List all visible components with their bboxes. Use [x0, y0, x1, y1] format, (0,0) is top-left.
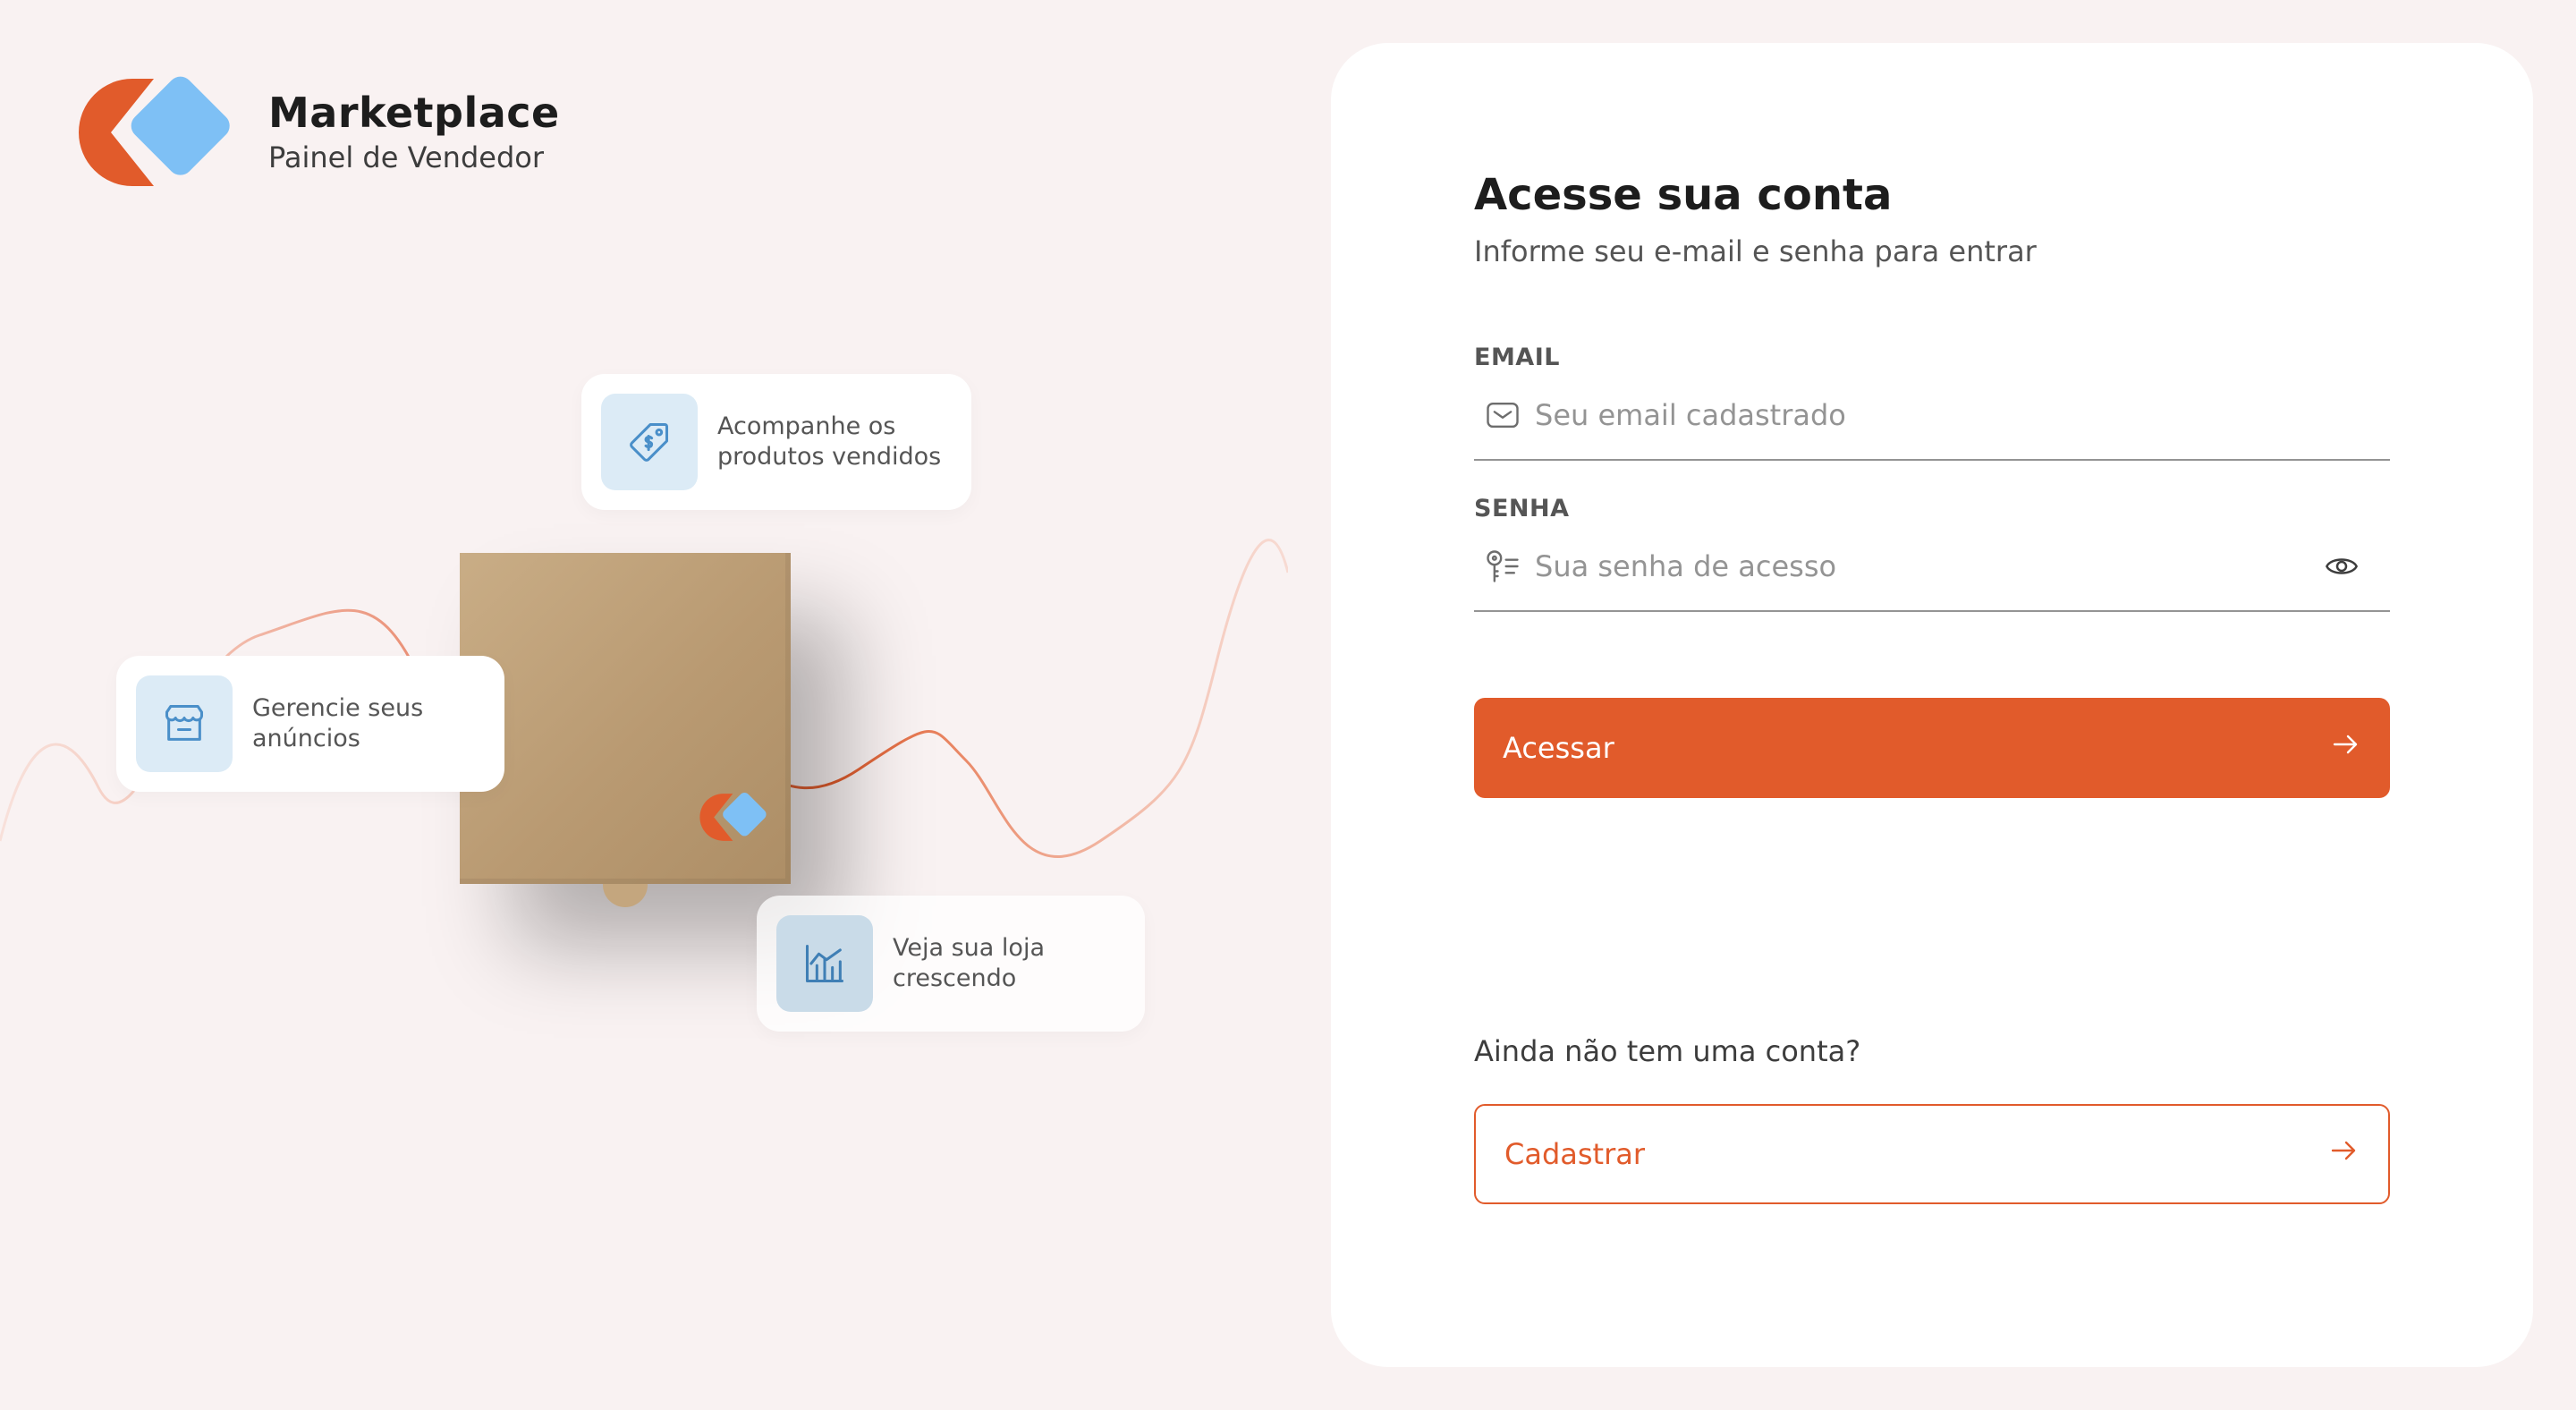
feature-card-products: Acompanhe os produtos vendidos	[581, 374, 971, 510]
signup-button-label: Cadastrar	[1504, 1137, 1646, 1171]
feature-card-ads: Gerencie seus anúncios	[116, 656, 504, 792]
login-form: Acesse sua conta Informe seu e-mail e se…	[1474, 170, 2390, 1204]
signup-question: Ainda não tem uma conta?	[1474, 1034, 1861, 1068]
feature-text-ads: Gerencie seus anúncios	[252, 694, 424, 752]
tag-icon	[601, 394, 698, 490]
brand-subtitle: Painel de Vendedor	[268, 140, 544, 174]
submit-button-label: Acessar	[1503, 731, 1614, 765]
password-field-wrapper	[1474, 522, 2390, 612]
feature-text-products: Acompanhe os produtos vendidos	[717, 412, 942, 471]
chart-icon	[776, 915, 873, 1012]
feature-text-store: Veja sua loja crescendo	[893, 934, 1045, 992]
arrow-right-icon	[2327, 1134, 2360, 1174]
form-subtitle: Informe seu e-mail e senha para entrar	[1474, 234, 2037, 268]
submit-button[interactable]: Acessar	[1474, 698, 2390, 798]
login-panel: Acesse sua conta Informe seu e-mail e se…	[1331, 43, 2533, 1367]
password-input[interactable]	[1535, 522, 2320, 610]
brand-title: Marketplace	[268, 89, 560, 137]
store-icon	[136, 675, 233, 772]
feature-card-store: Veja sua loja crescendo	[757, 896, 1145, 1032]
email-field-wrapper	[1474, 371, 2390, 461]
mail-icon	[1481, 394, 1524, 437]
form-title: Acesse sua conta	[1474, 170, 1893, 220]
box-logo	[696, 789, 767, 845]
password-label: SENHA	[1474, 495, 1570, 522]
eye-icon[interactable]	[2320, 545, 2363, 588]
product-box-image	[460, 553, 791, 907]
brand: Marketplace Painel de Vendedor	[70, 70, 560, 193]
email-input[interactable]	[1535, 371, 2390, 459]
marketplace-logo	[70, 70, 233, 193]
email-label: EMAIL	[1474, 344, 1560, 371]
key-icon	[1481, 545, 1524, 588]
arrow-right-icon	[2329, 728, 2361, 768]
signup-button[interactable]: Cadastrar	[1474, 1104, 2390, 1204]
